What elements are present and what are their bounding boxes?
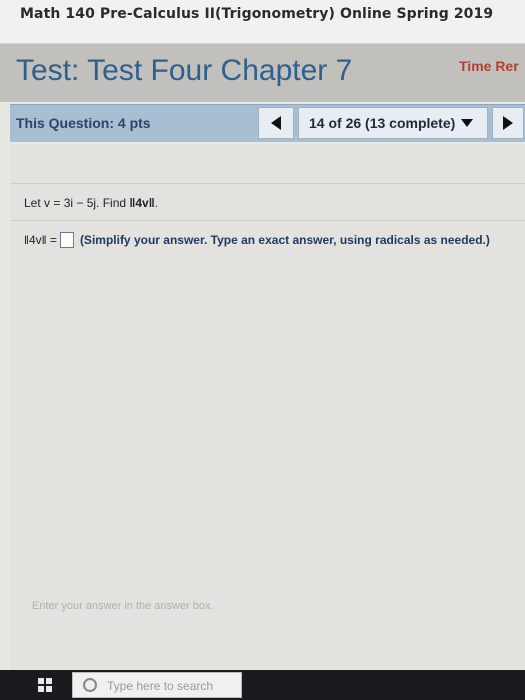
answer-input[interactable] bbox=[59, 232, 74, 248]
windows-taskbar: Type here to search bbox=[0, 670, 525, 700]
time-remaining-link[interactable]: Time Rer bbox=[459, 58, 519, 74]
caret-down-icon bbox=[461, 119, 474, 127]
answer-hint: Enter your answer in the answer box. bbox=[32, 600, 214, 612]
divider bbox=[10, 220, 525, 221]
problem-prompt: Let v = 3i − 5j. Find ‖4v‖. bbox=[24, 196, 158, 210]
question-points: This Question: 4 pts bbox=[16, 115, 151, 131]
test-title: Test: Test Four Chapter 7 bbox=[16, 54, 352, 88]
test-name: Test Four Chapter 7 bbox=[87, 54, 353, 87]
arrow-right-icon bbox=[503, 116, 513, 130]
answer-row: ‖4v‖ = (Simplify your answer. Type an ex… bbox=[24, 232, 490, 248]
answer-instruction: (Simplify your answer. Type an exact ans… bbox=[79, 233, 490, 247]
course-header: Math 140 Pre-Calculus II(Trigonometry) O… bbox=[0, 0, 525, 44]
question-selector-dropdown[interactable]: 14 of 26 (13 complete) bbox=[298, 107, 488, 139]
prompt-suffix: . bbox=[154, 196, 159, 210]
arrow-left-icon bbox=[271, 116, 281, 130]
taskbar-search-input[interactable]: Type here to search bbox=[72, 672, 242, 698]
next-question-button[interactable] bbox=[492, 107, 524, 139]
answer-lhs: ‖4v‖ = bbox=[24, 233, 57, 247]
content-top-band bbox=[10, 144, 525, 184]
previous-question-button[interactable] bbox=[258, 107, 294, 139]
search-placeholder: Type here to search bbox=[107, 679, 214, 693]
test-label: Test: bbox=[16, 54, 80, 87]
prompt-prefix: Let v = 3i − 5j. Find bbox=[24, 196, 127, 210]
question-content: Let v = 3i − 5j. Find ‖4v‖. ‖4v‖ = (Simp… bbox=[10, 144, 525, 670]
windows-start-icon[interactable] bbox=[38, 678, 52, 692]
norm-expression: ‖4v‖ bbox=[129, 196, 155, 210]
cortana-circle-icon bbox=[83, 678, 97, 692]
question-toolbar: This Question: 4 pts 14 of 26 (13 comple… bbox=[10, 104, 525, 142]
test-header: Test: Test Four Chapter 7 Time Rer bbox=[0, 44, 525, 102]
question-position: 14 of 26 (13 complete) bbox=[309, 115, 456, 131]
course-title: Math 140 Pre-Calculus II(Trigonometry) O… bbox=[20, 6, 494, 22]
